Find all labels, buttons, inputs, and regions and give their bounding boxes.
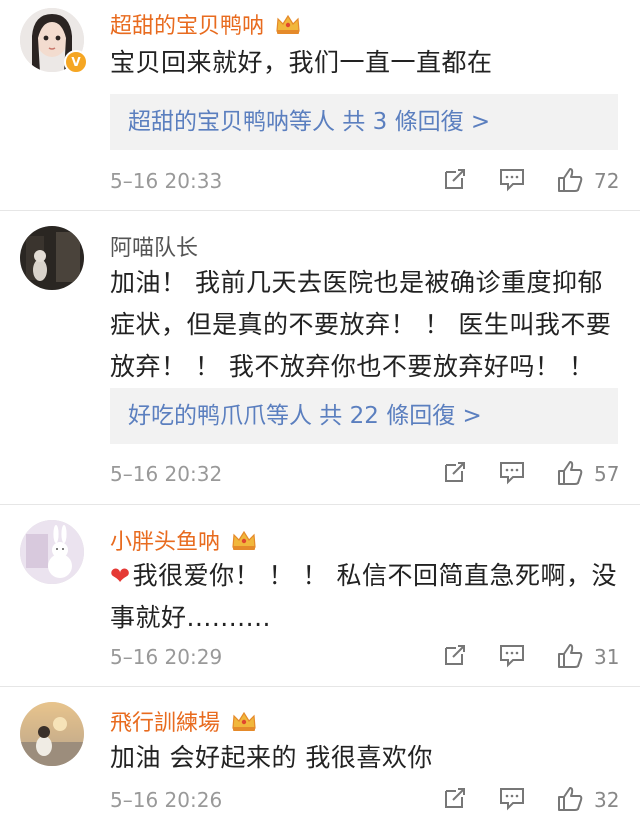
timestamp: 5–16 20:29: [110, 645, 223, 669]
like-count: 72: [594, 169, 620, 193]
divider: [0, 210, 640, 211]
share-icon[interactable]: [442, 642, 468, 668]
timestamp: 5–16 20:33: [110, 169, 223, 193]
comment-text: ❤我很爱你！ ！ ！ 私信不回简直急死啊，没事就好..........: [110, 555, 620, 639]
divider: [0, 686, 640, 687]
crown-badge-icon: [275, 13, 301, 41]
divider: [0, 504, 640, 505]
username[interactable]: 阿喵队长: [110, 230, 198, 262]
crown-badge-icon: [231, 710, 257, 738]
username-text[interactable]: 超甜的宝贝鸭呐: [110, 14, 264, 39]
username[interactable]: 小胖头鱼呐: [110, 524, 257, 557]
comment-meta: 5–16 20:32 57: [110, 459, 620, 489]
thumbs-up-icon[interactable]: [556, 459, 584, 487]
comment-text: 加油！ 我前几天去医院也是被确诊重度抑郁症状，但是真的不要放弃！ ！ 医生叫我不…: [110, 268, 612, 381]
share-icon[interactable]: [442, 785, 468, 811]
thumbs-up-icon[interactable]: [556, 642, 584, 670]
comment-meta: 5–16 20:26 32: [110, 785, 620, 815]
avatar[interactable]: [20, 520, 84, 584]
comment-text: 加油 会好起来的 我很喜欢你: [110, 743, 433, 772]
username-text[interactable]: 飛行訓練場: [110, 711, 220, 736]
comment-meta: 5–16 20:29 31: [110, 642, 620, 672]
comment-text: 宝贝回来就好，我们一直一直都在: [110, 48, 493, 77]
thumbs-up-icon[interactable]: [556, 785, 584, 813]
heart-icon: ❤: [110, 562, 131, 590]
comment-text-body: 我很爱你！ ！ ！ 私信不回简直急死啊，没事就好..........: [110, 561, 617, 632]
avatar[interactable]: [20, 702, 84, 766]
comment-icon[interactable]: [498, 166, 526, 192]
timestamp: 5–16 20:26: [110, 788, 223, 812]
replies-link[interactable]: 超甜的宝贝鸭呐等人 共 3 條回復 >: [110, 94, 618, 150]
username[interactable]: 超甜的宝贝鸭呐: [110, 8, 301, 41]
share-icon[interactable]: [442, 166, 468, 192]
timestamp: 5–16 20:32: [110, 462, 223, 486]
replies-link[interactable]: 好吃的鸭爪爪等人 共 22 條回復 >: [110, 388, 618, 444]
like-count: 31: [594, 645, 620, 669]
comment-icon[interactable]: [498, 785, 526, 811]
avatar[interactable]: [20, 226, 84, 290]
share-icon[interactable]: [442, 459, 468, 485]
username[interactable]: 飛行訓練場: [110, 705, 257, 738]
like-count: 32: [594, 788, 620, 812]
thumbs-up-icon[interactable]: [556, 166, 584, 194]
verified-badge-icon: V: [64, 50, 88, 74]
username-text[interactable]: 阿喵队长: [110, 236, 198, 261]
crown-badge-icon: [231, 529, 257, 557]
comment-meta: 5–16 20:33 72: [110, 166, 620, 196]
comment-icon[interactable]: [498, 459, 526, 485]
comment-icon[interactable]: [498, 642, 526, 668]
username-text[interactable]: 小胖头鱼呐: [110, 530, 220, 555]
like-count: 57: [594, 462, 620, 486]
